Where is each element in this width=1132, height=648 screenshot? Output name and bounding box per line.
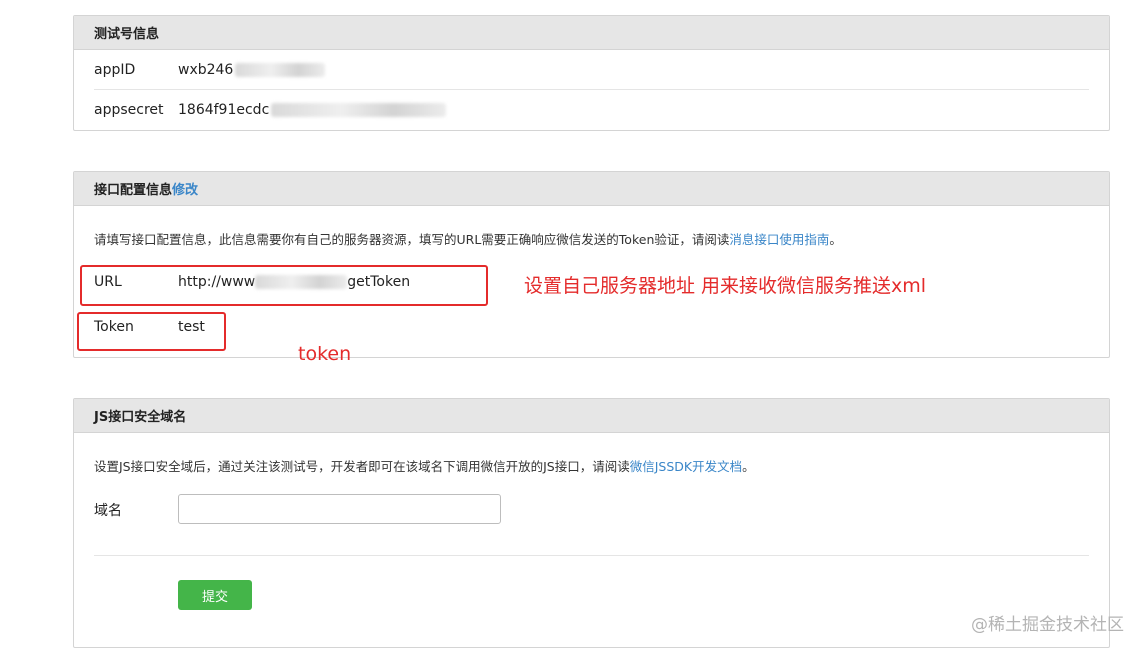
edit-config-link[interactable]: 修改 <box>172 179 198 198</box>
appsecret-row: appsecret 1864f91ecdc <box>94 102 447 118</box>
jssdk-doc-link[interactable]: 微信JSSDK开发文档 <box>630 459 742 474</box>
js-domain-description: 设置JS接口安全域后，通过关注该测试号，开发者即可在该域名下调用微信开放的JS接… <box>94 459 755 474</box>
appsecret-value[interactable]: 1864f91ecdc <box>178 102 447 118</box>
test-account-title: 测试号信息 <box>94 27 160 42</box>
watermark: @稀土掘金技术社区 <box>971 615 1124 635</box>
test-account-panel: 测试号信息 appID wxb246 appsecret 1864f91ecdc <box>73 15 1110 131</box>
domain-input[interactable] <box>178 494 501 524</box>
appid-label: appID <box>94 62 136 78</box>
interface-config-header: 接口配置信息 修改 <box>74 172 1109 206</box>
appsecret-label: appsecret <box>94 102 164 118</box>
js-domain-panel: JS接口安全域名 设置JS接口安全域后，通过关注该测试号，开发者即可在该域名下调… <box>73 398 1110 648</box>
submit-button[interactable]: 提交 <box>178 580 252 610</box>
js-domain-header: JS接口安全域名 <box>74 399 1109 433</box>
token-highlight-box <box>77 312 226 351</box>
appid-row: appID wxb246 <box>94 62 326 78</box>
test-account-header: 测试号信息 <box>74 16 1109 50</box>
appsecret-redacted <box>271 103 447 117</box>
js-domain-divider <box>94 555 1089 556</box>
appid-value[interactable]: wxb246 <box>178 62 326 78</box>
appid-redacted <box>235 63 326 77</box>
interface-config-title: 接口配置信息 <box>94 183 173 198</box>
interface-config-description: 请填写接口配置信息，此信息需要你有自己的服务器资源，填写的URL需要正确响应微信… <box>94 232 842 247</box>
js-domain-title: JS接口安全域名 <box>94 410 187 425</box>
test-account-divider <box>94 89 1089 90</box>
token-annotation: token <box>298 343 352 365</box>
domain-row: 域名 <box>94 500 178 520</box>
url-annotation: 设置自己服务器地址 用来接收微信服务推送xml <box>524 275 927 297</box>
url-highlight-box <box>80 265 488 306</box>
message-guide-link[interactable]: 消息接口使用指南 <box>729 232 829 247</box>
domain-label: 域名 <box>94 503 122 519</box>
